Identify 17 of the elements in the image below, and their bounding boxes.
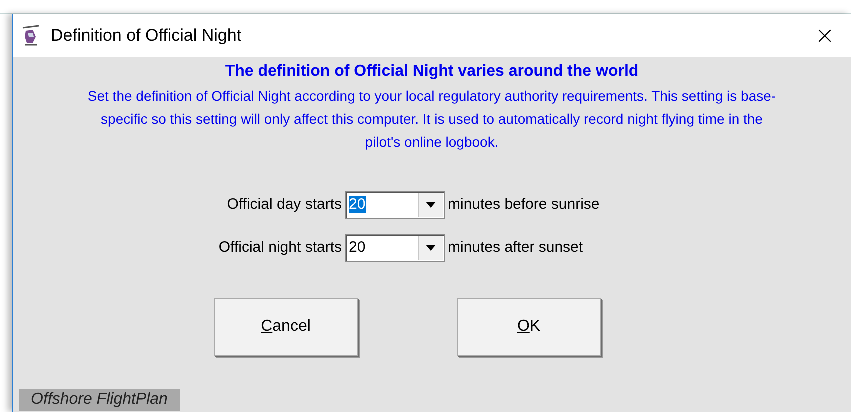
setting-label: Official night starts: [218, 238, 342, 258]
caret-icon: [426, 202, 436, 208]
minutes-dropdown[interactable]: 20: [345, 191, 445, 219]
window-title: Definition of Official Night: [51, 24, 242, 47]
footer-label: Offshore FlightPlan: [19, 389, 180, 411]
setting-suffix: minutes before sunrise: [448, 194, 601, 215]
heading: The definition of Official Night varies around the world: [225, 62, 639, 82]
setting-suffix: minutes after sunset: [448, 238, 584, 258]
setting-label: Official day starts: [226, 194, 342, 215]
dialog-button[interactable]: OK: [457, 298, 601, 356]
helicopter-icon: [21, 24, 41, 46]
dropdown-value: 20: [349, 196, 366, 213]
minutes-dropdown[interactable]: 20: [345, 234, 445, 262]
dialog-button[interactable]: Cancel: [214, 298, 358, 356]
dropdown-value: 20: [349, 238, 366, 256]
caret-icon: [426, 245, 436, 251]
description: Set the definition of Official Night according to your local regulatory authority requirements. This setting is base-specific so this setting will only affect this computer. It is used to automatically record night flying time in the pilot's online logbook.: [86, 87, 778, 152]
